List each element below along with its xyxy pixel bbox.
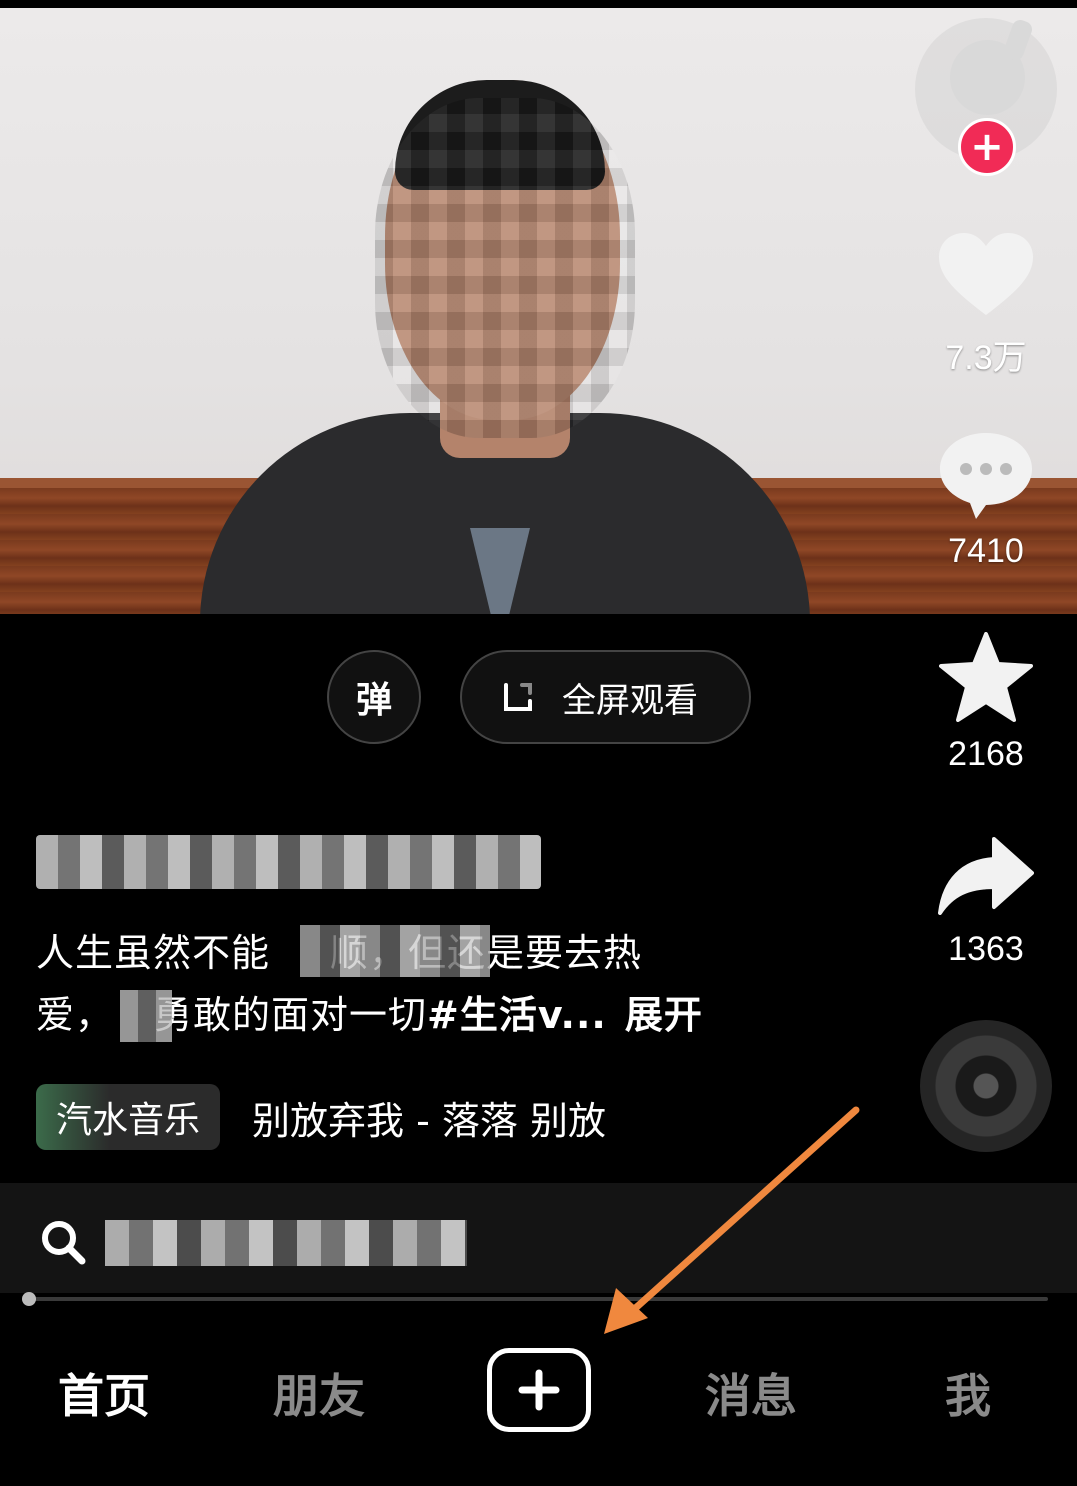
comment-bubble-icon [940,433,1032,519]
music-source-label: 汽水音乐 [55,1100,200,1141]
like-count: 7.3万 [945,339,1027,377]
tab-messages[interactable]: 消息 [705,1360,797,1426]
follow-plus: + [970,124,1004,170]
search-icon [42,1221,86,1265]
playback-scrubber-handle[interactable] [22,1292,36,1306]
share-button[interactable] [936,830,1036,920]
desc-line1-a: 人生虽然不能 [36,931,271,975]
hashtag-link[interactable]: #生活v... [427,993,607,1037]
heart-icon [939,233,1033,315]
fullscreen-label: 全屏观看 [562,680,698,721]
danmu-label: 弹 [355,680,392,721]
plus-icon [518,1369,560,1411]
music-disc[interactable] [920,1020,1052,1152]
star-icon [939,632,1033,722]
tab-friends[interactable]: 朋友 [273,1360,365,1426]
like-button[interactable] [936,230,1036,320]
author-name-redacted[interactable] [36,835,541,889]
follow-button[interactable]: + [958,118,1016,176]
music-source-tag[interactable]: 汽水音乐 [36,1084,220,1150]
expand-button[interactable]: 展开 [625,993,703,1037]
description-redaction [300,925,490,977]
desc-line2-b: 勇敢的面对一切 [154,993,428,1037]
desc-line2-a: 爱， [36,993,115,1037]
comment-count: 7410 [948,532,1024,570]
favorite-count: 2168 [948,735,1024,773]
playback-progress-bar[interactable] [26,1297,1048,1301]
create-post-button[interactable] [487,1348,591,1432]
danmu-toggle-button[interactable]: 弹 [327,650,421,744]
favorite-button[interactable] [936,632,1036,722]
share-count: 1363 [948,930,1024,968]
share-arrow-icon [938,837,1034,915]
face-mosaic [375,98,635,438]
fullscreen-button[interactable]: 全屏观看 [460,650,751,744]
tab-home[interactable]: 首页 [58,1360,150,1426]
search-text-redacted [105,1220,467,1266]
comment-button[interactable] [936,430,1036,520]
tab-me[interactable]: 我 [945,1360,991,1426]
avatar-music-note-icon [950,40,1025,115]
annotation-arrow-icon [604,1106,860,1334]
description-redaction [120,990,172,1042]
fullscreen-icon [504,683,532,711]
